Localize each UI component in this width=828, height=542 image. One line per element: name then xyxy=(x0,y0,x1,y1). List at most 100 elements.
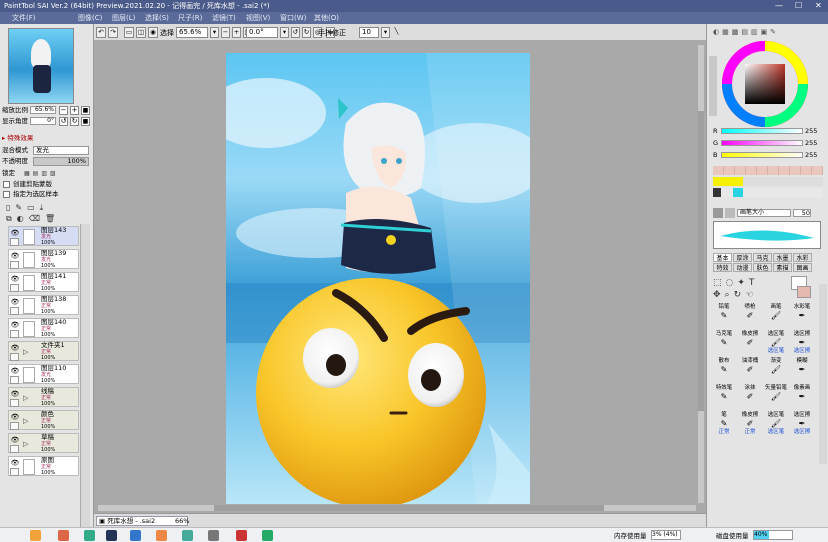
eye-icon[interactable]: 👁 xyxy=(10,229,20,237)
swatch-row-3[interactable] xyxy=(713,188,823,197)
zoom-in-icon[interactable]: + xyxy=(232,27,241,38)
eye-icon[interactable]: 👁 xyxy=(10,344,20,352)
menu-file[interactable]: 文件(F) xyxy=(12,12,36,24)
layer-item[interactable]: 👁 ▷ 线稿 正常 100% xyxy=(8,387,79,407)
layer-item[interactable]: 👁 原图 正常 100% xyxy=(8,456,79,476)
menu-window[interactable]: 窗口(W) xyxy=(280,12,306,24)
brush-size-field[interactable]: 50 xyxy=(793,209,811,217)
nav-rotate-ccw-icon[interactable]: ↺ xyxy=(59,117,68,126)
layer-item[interactable]: 👁 图层143 发光 100% xyxy=(8,226,79,246)
layer-select-checkbox[interactable] xyxy=(10,376,19,384)
view-selection-icon[interactable]: ◉ xyxy=(148,27,158,38)
menu-layer[interactable]: 图层(L) xyxy=(112,12,135,24)
app-icon-4[interactable] xyxy=(106,530,117,541)
zoom-out-icon[interactable]: − xyxy=(221,27,230,38)
layer-select-checkbox[interactable] xyxy=(10,445,19,453)
brush-tool[interactable]: 马克笔 ✎ xyxy=(713,331,735,353)
brush-tool[interactable]: 散布 ✎ xyxy=(713,358,735,380)
eye-icon[interactable]: 👁 xyxy=(10,390,20,398)
select-rect-icon[interactable]: ⬚ xyxy=(713,278,726,288)
eye-icon[interactable]: 👁 xyxy=(10,275,20,283)
b-slider[interactable] xyxy=(721,152,803,158)
hand-icon[interactable]: ☜ xyxy=(745,290,757,300)
drawing-canvas[interactable] xyxy=(226,53,530,504)
v-scroll-thumb[interactable] xyxy=(698,111,704,411)
move-icon[interactable]: ✥ xyxy=(713,290,725,300)
app-icon-5[interactable] xyxy=(130,530,141,541)
layer-select-checkbox[interactable] xyxy=(10,399,19,407)
brush-texture-icon[interactable] xyxy=(725,208,735,218)
tool-tab[interactable]: 马克 xyxy=(753,253,772,262)
layer-item[interactable]: 👁 图层139 发光 100% xyxy=(8,249,79,269)
nav-rotate-reset-icon[interactable]: ■ xyxy=(81,117,90,126)
nav-zoom-in-icon[interactable]: + xyxy=(70,106,79,115)
brush-tool[interactable]: 橡皮擦 ✐ xyxy=(739,331,761,353)
lock-icons[interactable]: ▦▤▥▧ xyxy=(24,169,86,178)
nav-zoom-reset-icon[interactable]: ■ xyxy=(81,106,90,115)
tool-scrollbar[interactable] xyxy=(819,284,827,464)
menu-image[interactable]: 图像(C) xyxy=(78,12,102,24)
brush-tool[interactable]: 喷枪 ✐ xyxy=(739,304,761,326)
eye-icon[interactable]: 👁 xyxy=(10,298,20,306)
layer-select-checkbox[interactable] xyxy=(10,330,19,338)
app-icon-10[interactable] xyxy=(262,530,273,541)
brush-tool[interactable]: 水彩笔 ✒ xyxy=(791,304,813,326)
tool-tab[interactable]: 水墨 xyxy=(773,253,792,262)
layer-select-checkbox[interactable] xyxy=(10,284,19,292)
trash-icon[interactable]: 🗑 xyxy=(45,214,60,223)
blend-mode-select[interactable]: 发光 xyxy=(33,146,89,155)
menu-view[interactable]: 视图(V) xyxy=(246,12,270,24)
navigator-thumbnail[interactable] xyxy=(8,28,74,104)
layer-select-checkbox[interactable] xyxy=(10,353,19,361)
tool-tab[interactable]: 肤色 xyxy=(753,263,772,272)
tool-tab[interactable]: 图画 xyxy=(793,263,812,272)
b-value[interactable]: 255 xyxy=(805,152,817,159)
zoom-dropdown-icon[interactable]: ▾ xyxy=(210,27,219,38)
eye-icon[interactable]: 👁 xyxy=(10,436,20,444)
brush-tool[interactable]: 笔 ✎ 正常 xyxy=(713,412,735,435)
selection-sample-checkbox[interactable] xyxy=(3,191,10,198)
swatch-row-1[interactable] xyxy=(713,166,823,175)
app-icon-1[interactable] xyxy=(30,530,41,541)
layer-scrollbar[interactable] xyxy=(80,224,90,542)
layer-item[interactable]: 👁 图层110 发光 100% xyxy=(8,364,79,384)
redo-icon[interactable]: ↷ xyxy=(108,27,118,38)
layer-select-checkbox[interactable] xyxy=(10,307,19,315)
menu-ruler[interactable]: 尺子(R) xyxy=(178,12,202,24)
brush-tool[interactable]: 选区笔 🖌 选区笔 xyxy=(765,412,787,435)
brush-tool[interactable]: 像素画 ✒ xyxy=(791,385,813,407)
layer-item[interactable]: 👁 ▷ 颜色 正常 100% xyxy=(8,410,79,430)
zoom-icon[interactable]: ⌕ xyxy=(725,290,734,300)
color-mode-tabs[interactable]: ◐▦▩▤▥▣✎ xyxy=(713,27,823,37)
brush-tool[interactable]: 铅笔 ✎ xyxy=(713,304,735,326)
brush-shape-icon[interactable] xyxy=(713,208,723,218)
eye-icon[interactable]: 👁 xyxy=(10,367,20,375)
brush-tool[interactable]: 选区擦 ✒ 选区擦 xyxy=(791,412,813,435)
line-tool-icon[interactable]: ╲ xyxy=(392,27,401,38)
nav-angle-field[interactable]: 0° xyxy=(30,117,56,125)
copy-layer-icon[interactable]: ⧉ xyxy=(6,214,17,223)
brush-tool[interactable]: 橡皮擦 ✐ 正常 xyxy=(739,412,761,435)
text-icon[interactable]: T xyxy=(749,278,759,288)
invert-selection-icon[interactable]: ◫ xyxy=(136,27,146,38)
secondary-color[interactable] xyxy=(797,286,811,298)
brush-tool[interactable]: 模糊 ✒ xyxy=(791,358,813,380)
layer-select-checkbox[interactable] xyxy=(10,261,19,269)
tool-tab[interactable]: 厚涂 xyxy=(733,253,752,262)
app-icon-7[interactable] xyxy=(182,530,193,541)
layer-item[interactable]: 👁 图层140 正常 100% xyxy=(8,318,79,338)
maximize-button[interactable]: ☐ xyxy=(795,0,802,12)
tool-tab[interactable]: 动漫 xyxy=(733,263,752,272)
special-effects-label[interactable]: ▸ 特殊效果 xyxy=(2,134,33,143)
magic-wand-icon[interactable]: ✦ xyxy=(737,278,749,288)
eye-icon[interactable]: 👁 xyxy=(10,252,20,260)
opacity-slider[interactable]: 100% xyxy=(33,157,89,166)
tool-tab[interactable]: 基本 xyxy=(713,253,732,262)
eye-icon[interactable]: 👁 xyxy=(10,413,20,421)
h-scroll-thumb[interactable] xyxy=(214,505,604,511)
nav-rotate-cw-icon[interactable]: ↻ xyxy=(70,117,79,126)
minimize-button[interactable]: — xyxy=(775,0,783,12)
swatch-row-2[interactable] xyxy=(713,177,823,186)
rotate-ccw-icon[interactable]: ↺ xyxy=(291,27,300,38)
menu-other[interactable]: 其他(O) xyxy=(314,12,339,24)
